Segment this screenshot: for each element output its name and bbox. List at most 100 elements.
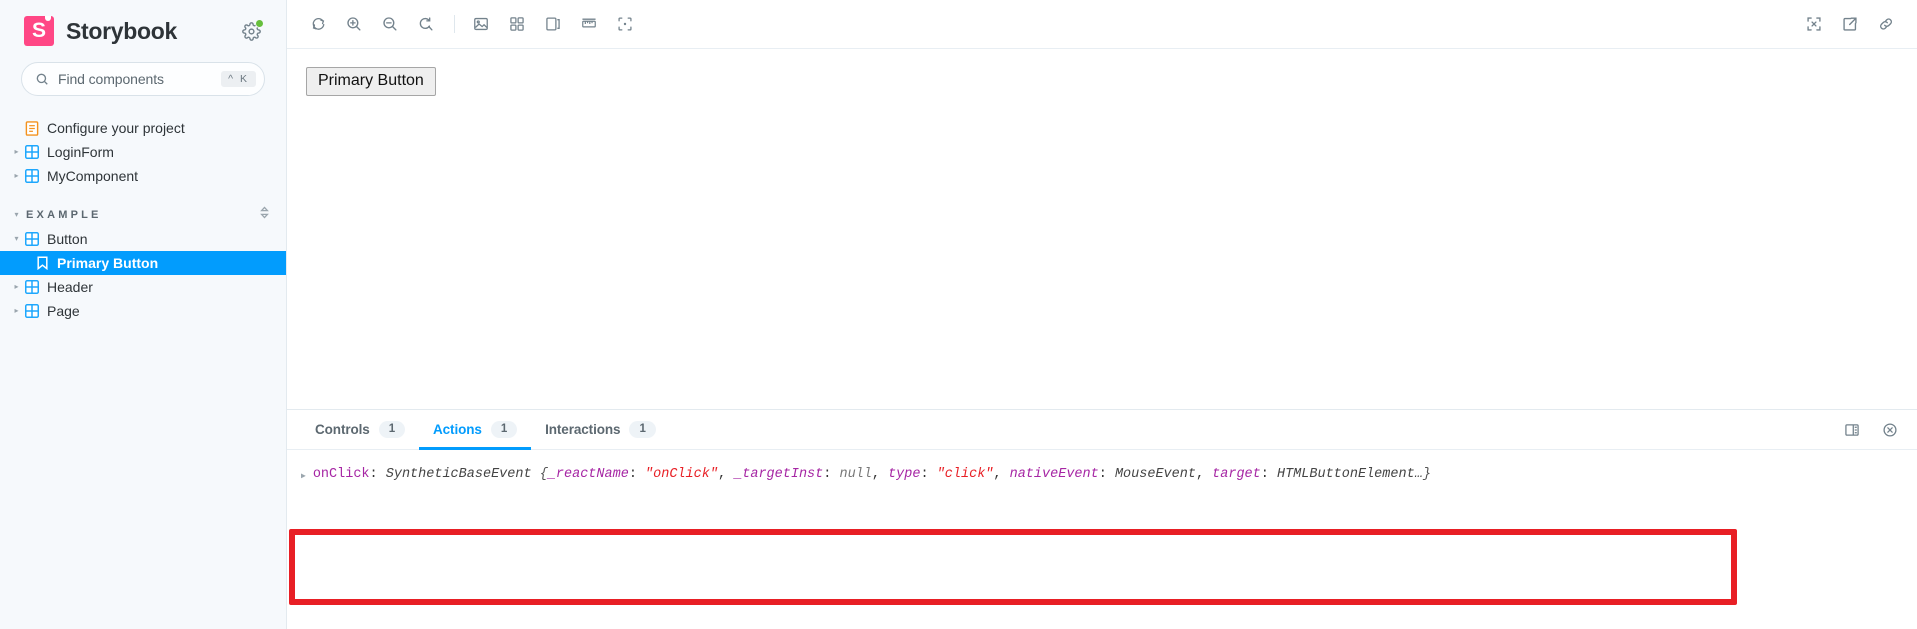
canvas-toolbar	[287, 0, 1917, 49]
action-prop-value: "onClick"	[645, 467, 718, 482]
sidebar-header: S Storybook	[0, 0, 286, 62]
panel-position-icon[interactable]	[1835, 415, 1869, 445]
zoom-out-icon[interactable]	[373, 9, 407, 39]
story-canvas: Primary Button	[287, 49, 1917, 409]
tab-label: Actions	[433, 422, 482, 437]
action-comma: ,	[993, 467, 1010, 482]
chevron-right-icon[interactable]: ▸	[10, 307, 23, 315]
storybook-app: S Storybook Find components ^ K Configur…	[0, 0, 1917, 629]
chevron-down-icon[interactable]: ▾	[10, 211, 23, 219]
action-comma: ,	[871, 467, 889, 482]
storybook-logo-icon: S	[24, 16, 54, 46]
grid-icon[interactable]	[500, 9, 534, 39]
action-log-text: onClick: SyntheticBaseEvent {_reactName:…	[312, 467, 1431, 482]
sidebar-group-label: EXAMPLE	[26, 209, 102, 221]
addon-tabbar-spacer	[670, 410, 1835, 449]
chevron-down-icon[interactable]: ▾	[10, 235, 23, 243]
action-constructor: SyntheticBaseEvent	[385, 467, 532, 482]
chevron-right-icon[interactable]: ▸	[10, 148, 23, 156]
canvas-toolbar-addons-group	[464, 9, 642, 39]
component-grid-icon	[23, 169, 41, 183]
triangle-right-icon[interactable]: ▶	[301, 471, 306, 481]
remount-icon[interactable]	[301, 9, 335, 39]
action-log-entry[interactable]: ▶ onClick: SyntheticBaseEvent {_reactNam…	[287, 450, 1917, 484]
sidebar-item-mycomponent[interactable]: ▸ MyComponent	[0, 164, 286, 188]
sidebar-item-label: Header	[47, 279, 93, 295]
action-close-brace: }	[1422, 467, 1431, 482]
close-addon-panel-icon[interactable]	[1873, 415, 1907, 445]
search-icon	[36, 73, 48, 85]
tab-controls[interactable]: Controls 1	[301, 410, 419, 449]
addon-tab-bar: Controls 1 Actions 1 Interactions 1	[287, 410, 1917, 450]
toolbar-divider	[454, 15, 455, 33]
open-new-tab-icon[interactable]	[1833, 9, 1867, 39]
search-row: Find components ^ K	[0, 62, 286, 96]
action-prop-key: type	[888, 467, 921, 482]
storybook-brand[interactable]: S Storybook	[24, 16, 238, 46]
fullscreen-icon[interactable]	[1797, 9, 1831, 39]
action-comma: ,	[1195, 467, 1213, 482]
sidebar-item-label: Button	[47, 231, 88, 247]
tab-badge: 1	[490, 420, 518, 439]
search-input[interactable]: Find components ^ K	[21, 62, 265, 96]
action-prop-key: nativeEvent	[1009, 467, 1099, 482]
primary-button-preview[interactable]: Primary Button	[306, 67, 436, 97]
canvas-toolbar-right-group	[1797, 9, 1903, 39]
tab-label: Interactions	[545, 422, 621, 437]
actions-panel-body: ▶ onClick: SyntheticBaseEvent {_reactNam…	[287, 450, 1917, 629]
addon-tabbar-right	[1835, 410, 1907, 449]
chevron-right-icon[interactable]: ▸	[10, 172, 23, 180]
addon-panel: Controls 1 Actions 1 Interactions 1 ▶ on…	[287, 409, 1917, 629]
action-separator: :	[369, 467, 386, 482]
measure-icon[interactable]	[572, 9, 606, 39]
copy-link-icon[interactable]	[1869, 9, 1903, 39]
sidebar-item-header[interactable]: ▸ Header	[0, 275, 286, 299]
search-shortcut-badge: ^ K	[221, 71, 256, 87]
action-key: onClick	[312, 467, 370, 482]
action-prop-value: "click"	[936, 467, 994, 482]
component-tree: ▸ Configure your project ▸	[0, 116, 286, 323]
tab-badge: 1	[629, 420, 656, 439]
action-prop-key: target	[1212, 467, 1261, 482]
tab-interactions[interactable]: Interactions 1	[531, 410, 670, 449]
action-prop-value: null	[839, 467, 872, 482]
component-grid-icon	[23, 232, 41, 246]
component-grid-icon	[23, 280, 41, 294]
search-placeholder: Find components	[58, 71, 164, 87]
chevron-right-icon[interactable]: ▸	[10, 283, 23, 291]
tab-badge: 1	[378, 420, 405, 439]
tab-label: Controls	[315, 422, 370, 437]
brand-title: Storybook	[66, 17, 178, 44]
gear-icon[interactable]	[238, 18, 264, 44]
viewport-icon[interactable]	[536, 9, 570, 39]
sidebar-item-loginform[interactable]: ▸ LoginForm	[0, 140, 286, 164]
sidebar: S Storybook Find components ^ K Configur…	[0, 0, 287, 629]
action-prop-value: HTMLButtonElement	[1276, 467, 1415, 482]
component-grid-icon	[23, 304, 41, 318]
story-bookmark-icon	[33, 256, 51, 270]
action-prop-key: _targetInst	[734, 467, 824, 482]
tab-actions[interactable]: Actions 1	[419, 410, 532, 450]
settings-status-dot	[255, 19, 264, 28]
sort-chevrons-icon[interactable]	[259, 206, 270, 224]
action-open-brace: {	[539, 467, 548, 482]
zoom-in-icon[interactable]	[337, 9, 371, 39]
sidebar-group-example[interactable]: ▾ EXAMPLE	[0, 203, 286, 227]
sidebar-item-label: MyComponent	[47, 168, 139, 184]
sidebar-item-page[interactable]: ▸ Page	[0, 299, 286, 323]
sidebar-item-label: Primary Button	[57, 255, 159, 271]
sidebar-item-configure-your-project[interactable]: ▸ Configure your project	[0, 116, 286, 140]
main-area: Primary Button Controls 1 Actions 1 Inte…	[287, 0, 1917, 629]
action-prop-key: _reactName	[547, 467, 629, 482]
canvas-toolbar-left-group	[301, 9, 464, 39]
background-image-icon[interactable]	[464, 9, 498, 39]
sidebar-item-label: LoginForm	[47, 144, 114, 160]
sidebar-item-label: Configure your project	[47, 120, 185, 136]
sidebar-item-button[interactable]: ▾ Button	[0, 227, 286, 251]
document-icon	[23, 120, 41, 136]
sidebar-item-label: Page	[47, 303, 80, 319]
sidebar-item-primary-button[interactable]: Primary Button	[0, 251, 286, 275]
zoom-reset-icon[interactable]	[409, 9, 443, 39]
action-ellipsis: …	[1414, 467, 1423, 482]
outline-icon[interactable]	[608, 9, 642, 39]
